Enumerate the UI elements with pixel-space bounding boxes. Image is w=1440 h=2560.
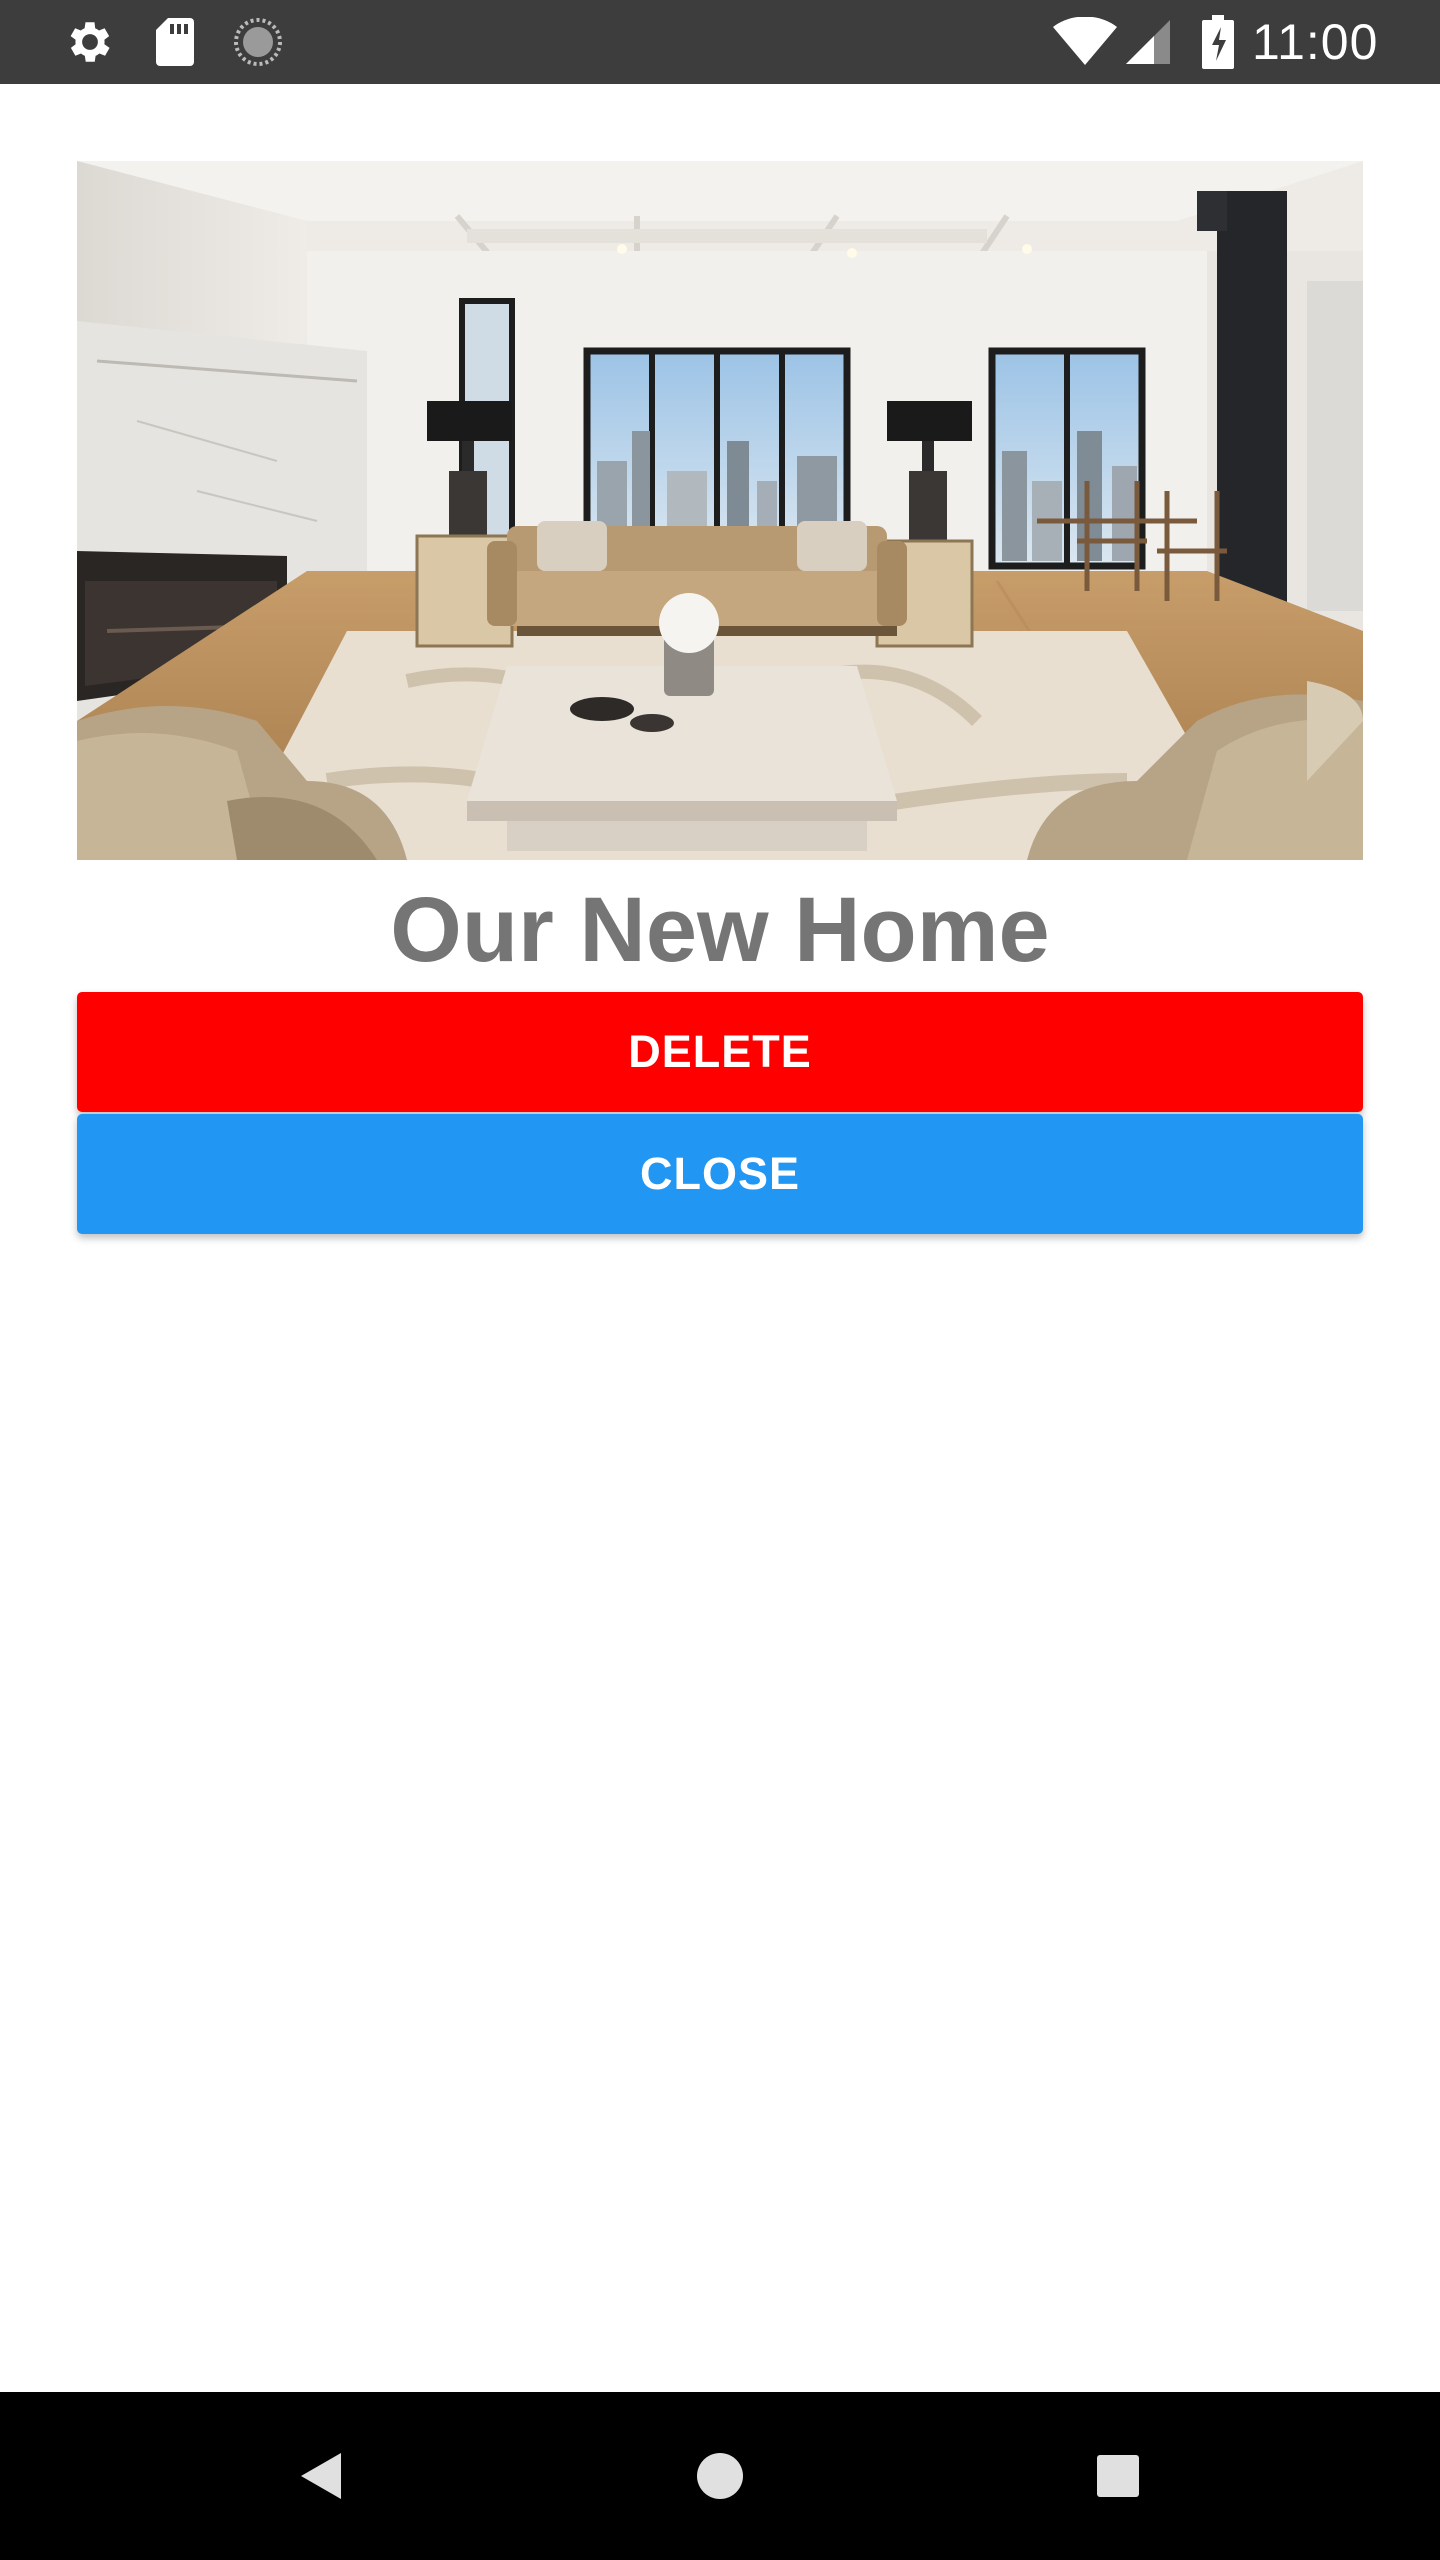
cell-signal-icon bbox=[1122, 0, 1174, 84]
close-button[interactable]: CLOSE bbox=[77, 1114, 1363, 1234]
battery-charging-icon bbox=[1196, 0, 1240, 84]
home-icon[interactable] bbox=[670, 2426, 770, 2526]
back-icon[interactable] bbox=[271, 2426, 371, 2526]
delete-button[interactable]: DELETE bbox=[77, 992, 1363, 1112]
recents-icon[interactable] bbox=[1068, 2426, 1168, 2526]
status-bar: 11:00 bbox=[0, 0, 1440, 84]
screen: 11:00 Our New Home DELETE CLOSE bbox=[0, 0, 1440, 2560]
gear-icon bbox=[58, 0, 122, 84]
sync-icon bbox=[226, 0, 290, 84]
wifi-icon bbox=[1050, 0, 1120, 84]
navigation-bar bbox=[0, 2392, 1440, 2560]
status-time: 11:00 bbox=[1252, 14, 1379, 70]
page-title: Our New Home bbox=[390, 879, 1050, 981]
living-room-photo bbox=[77, 161, 1363, 860]
sd-card-icon bbox=[146, 0, 204, 84]
